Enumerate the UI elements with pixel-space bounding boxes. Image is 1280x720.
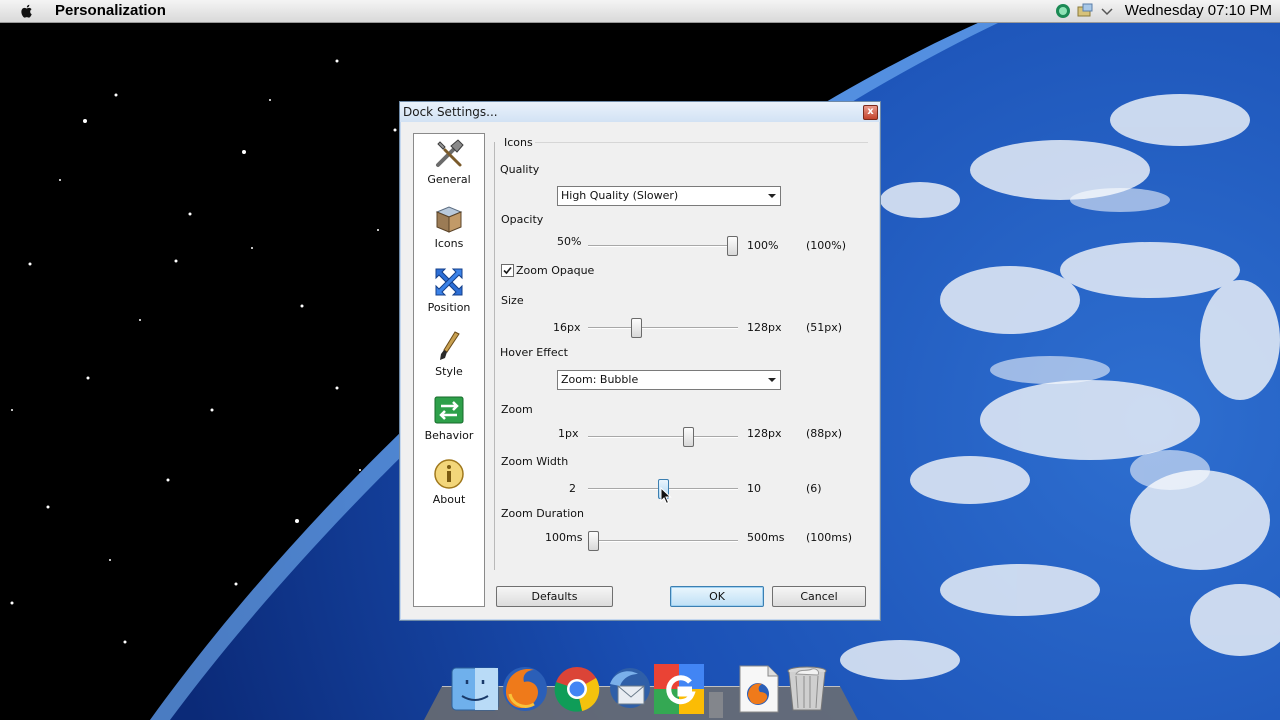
menu-bar: Personalization Wednesday 07:10 PM — [0, 0, 1280, 23]
google-icon[interactable] — [654, 664, 704, 714]
chevron-down-icon — [768, 194, 776, 198]
sidebar-item-behavior[interactable]: Behavior — [414, 392, 484, 452]
size-max: 128px — [747, 321, 782, 334]
finder-icon[interactable] — [450, 664, 500, 714]
zoom-min: 1px — [558, 427, 579, 440]
hover-effect-dropdown[interactable]: Zoom: Bubble — [557, 370, 781, 390]
arrows-icon — [435, 268, 463, 296]
info-icon — [434, 459, 464, 489]
sidebar-item-label: General — [427, 173, 471, 186]
opacity-slider-track[interactable] — [588, 236, 738, 256]
zoom-duration-slider-thumb[interactable] — [588, 531, 599, 551]
clock[interactable]: Wednesday 07:10 PM — [1125, 2, 1272, 19]
sidebar-item-label: Position — [427, 301, 471, 314]
defaults-button[interactable]: Defaults — [496, 586, 613, 607]
chevron-down-icon — [768, 378, 776, 382]
hover-effect-value: Zoom: Bubble — [561, 373, 639, 386]
brush-icon — [440, 331, 460, 360]
zoom-duration-max: 500ms — [747, 531, 785, 544]
opacity-min: 50% — [557, 235, 582, 248]
size-current: (51px) — [806, 321, 843, 334]
quality-label: Quality — [500, 163, 540, 176]
sidebar-item-label: About — [432, 493, 466, 506]
apple-icon[interactable] — [18, 2, 36, 20]
zoom-label: Zoom — [501, 403, 533, 416]
chevron-down-icon[interactable] — [1099, 3, 1115, 19]
close-icon: x — [867, 106, 874, 117]
close-button[interactable]: x — [863, 105, 878, 120]
quality-value: High Quality (Slower) — [561, 189, 679, 202]
settings-sidebar: General Icons Position Style Behavior Ab… — [413, 133, 485, 607]
zoom-duration-label: Zoom Duration — [501, 507, 584, 520]
zoom-slider-thumb[interactable] — [683, 427, 695, 447]
panel-divider — [494, 142, 495, 570]
size-label: Size — [501, 294, 524, 307]
box-icon — [435, 206, 463, 233]
zoom-current: (88px) — [806, 427, 843, 440]
status-tray: Wednesday 07:10 PM — [1055, 2, 1272, 19]
tools-icon — [436, 139, 464, 167]
checkmark-icon — [503, 266, 512, 275]
zoom-duration-min: 100ms — [545, 531, 583, 544]
messenger-icon[interactable] — [1055, 3, 1071, 19]
sidebar-item-position[interactable]: Position — [414, 264, 484, 324]
panel-title: Icons — [502, 136, 535, 149]
group-box-line — [534, 142, 868, 143]
opacity-max: 100% — [747, 239, 779, 252]
size-slider-track[interactable] — [588, 318, 738, 338]
sidebar-item-icons[interactable]: Icons — [414, 200, 484, 260]
cancel-button[interactable]: Cancel — [772, 586, 866, 607]
mouse-cursor-icon — [660, 487, 672, 505]
zoom-width-min: 2 — [569, 482, 576, 495]
opacity-current: (100%) — [806, 239, 847, 252]
ok-button[interactable]: OK — [670, 586, 764, 607]
zoom-opaque-checkbox[interactable] — [501, 264, 514, 277]
title-bar[interactable]: Dock Settings... x — [400, 102, 880, 122]
quality-dropdown[interactable]: High Quality (Slower) — [557, 186, 781, 206]
network-icon[interactable] — [1077, 3, 1093, 19]
firefox-icon[interactable] — [500, 664, 550, 714]
behavior-icon — [434, 396, 464, 424]
dock-settings-dialog: Dock Settings... x General Icons Positio… — [399, 101, 881, 621]
active-app-name[interactable]: Personalization — [55, 2, 166, 19]
size-slider-thumb[interactable] — [631, 318, 643, 338]
sidebar-item-label: Icons — [434, 237, 464, 250]
trash-icon[interactable] — [782, 664, 832, 714]
sidebar-item-general[interactable]: General — [414, 136, 484, 196]
zoom-opaque-label[interactable]: Zoom Opaque — [516, 264, 594, 277]
zoom-width-label: Zoom Width — [501, 455, 569, 468]
zoom-duration-slider-track[interactable] — [588, 531, 738, 551]
zoom-width-current: (6) — [806, 482, 822, 495]
sidebar-item-about[interactable]: About — [414, 456, 484, 516]
dialog-title: Dock Settings... — [403, 105, 498, 119]
opacity-label: Opacity — [501, 213, 544, 226]
chrome-icon[interactable] — [552, 664, 602, 714]
sidebar-item-label: Style — [435, 365, 463, 378]
sidebar-item-label: Behavior — [424, 429, 474, 442]
opacity-slider-thumb[interactable] — [727, 236, 738, 256]
size-min: 16px — [553, 321, 581, 334]
hover-effect-label: Hover Effect — [500, 346, 568, 359]
sidebar-item-style[interactable]: Style — [414, 328, 484, 388]
zoom-max: 128px — [747, 427, 782, 440]
zoom-width-max: 10 — [747, 482, 761, 495]
zoom-slider-track[interactable] — [588, 427, 738, 447]
thunderbird-icon[interactable] — [604, 664, 654, 714]
firefox-document-icon[interactable] — [734, 664, 784, 714]
zoom-duration-current: (100ms) — [806, 531, 853, 544]
